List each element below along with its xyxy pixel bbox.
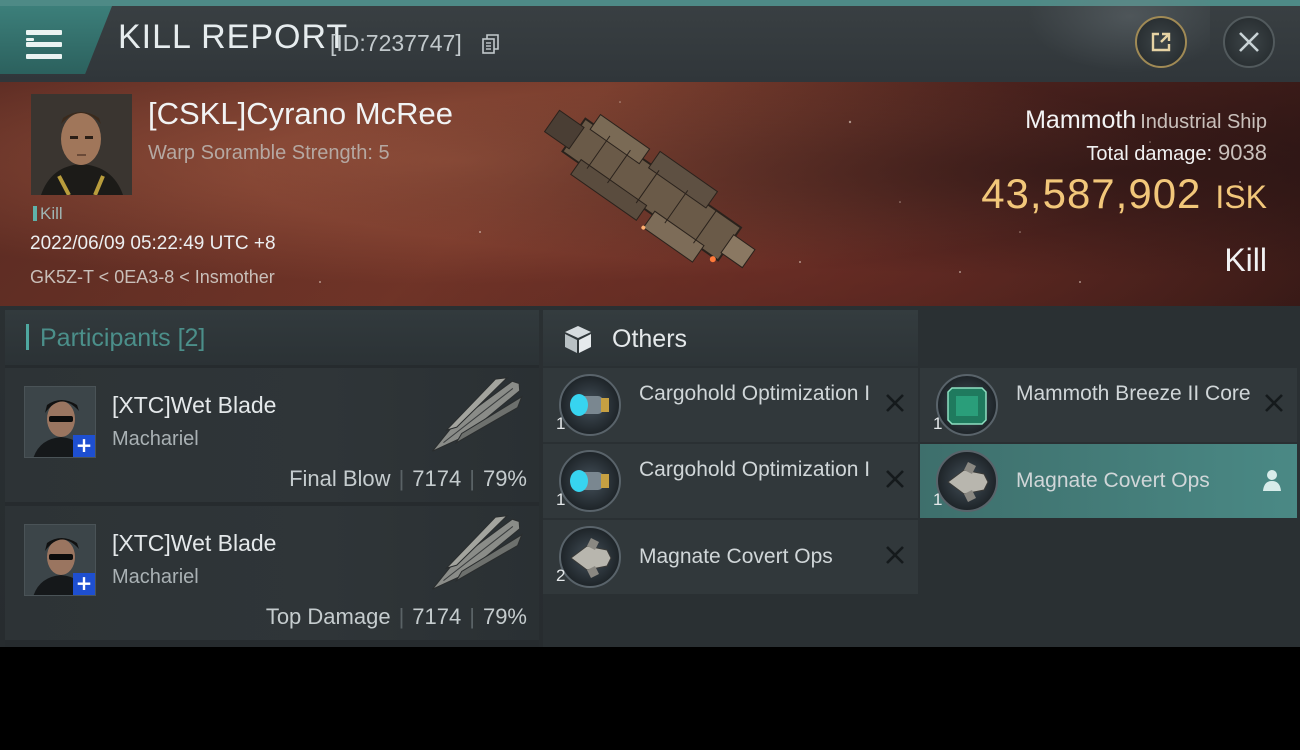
participants-accent-bar	[26, 324, 29, 350]
stats-separator: |	[469, 604, 475, 629]
cargohold-rig-icon	[559, 450, 621, 512]
pilot-icon	[1263, 470, 1281, 491]
item-name: Mammoth Breeze II Core	[1016, 382, 1251, 405]
item-name: Magnate Covert Ops	[639, 545, 833, 568]
kill-datetime: 2022/06/09 05:22:49 UTC +8	[30, 233, 276, 254]
add-contact-icon[interactable]: +	[73, 435, 95, 457]
stats-separator: |	[469, 466, 475, 491]
destroyed-icon	[886, 394, 904, 412]
participant-ship: Machariel	[112, 428, 199, 450]
item-quantity: 1	[933, 414, 943, 433]
participant-role: Final Blow	[289, 466, 391, 491]
kill-badge-label: Kill	[40, 204, 63, 223]
total-damage-value: 9038	[1218, 140, 1267, 165]
participant-name[interactable]: [XTC]Wet Blade	[112, 530, 276, 557]
total-damage: Total damage: 9038	[1086, 140, 1267, 166]
participant-stats: Final Blow | 7174 | 79%	[289, 466, 527, 492]
participant-avatar[interactable]: +	[24, 386, 96, 458]
item-quantity: 1	[556, 414, 566, 433]
participant-avatar[interactable]: +	[24, 524, 96, 596]
participant-damage: 7174	[412, 604, 462, 629]
kill-report-window: KILL REPORT [ID:7237747] [CSKL]Cyrano Mc…	[0, 0, 1300, 647]
participant-role: Top Damage	[265, 604, 391, 629]
frigate-icon	[936, 450, 998, 512]
stats-separator: |	[398, 466, 405, 491]
header-bar: KILL REPORT [ID:7237747]	[0, 0, 1300, 82]
participant-percent: 79%	[482, 604, 527, 629]
item-row-selected[interactable]: 1 Magnate Covert Ops	[920, 444, 1297, 518]
participants-count: [2]	[177, 324, 206, 352]
participants-title: Participants [2]	[40, 324, 205, 353]
core-chip-icon	[936, 374, 998, 436]
cargo-box-icon	[565, 326, 591, 353]
participant-percent: 79%	[482, 466, 527, 491]
item-name: Cargohold Optimization I	[639, 382, 871, 405]
total-damage-label: Total damage:	[1086, 143, 1213, 165]
victim-banner: [CSKL]Cyrano McRee Warp Soramble Strengt…	[0, 82, 1300, 306]
destroyed-icon	[886, 470, 904, 488]
isk-value-row: 43,587,902 ISK	[981, 170, 1267, 218]
add-contact-icon[interactable]: +	[73, 573, 95, 595]
menu-icon	[26, 30, 62, 60]
kill-badge: Kill	[33, 204, 63, 224]
result-label: Kill	[1224, 242, 1267, 278]
frigate-icon	[559, 526, 621, 588]
share-button[interactable]	[1135, 16, 1187, 68]
victim-ship-name: Mammoth	[1025, 106, 1137, 134]
stats-separator: |	[398, 604, 405, 629]
copy-icon[interactable]	[482, 34, 499, 54]
kill-location: GK5Z-T < 0EA3-8 < Insmother	[30, 267, 275, 287]
item-name: Magnate Covert Ops	[1016, 469, 1210, 492]
participant-ship-render[interactable]	[415, 510, 535, 602]
participants-header[interactable]: Participants [2]	[5, 310, 539, 365]
item-row[interactable]: 2 Magnate Covert Ops	[543, 520, 918, 594]
menu-button[interactable]	[0, 6, 112, 74]
destroyed-icon	[1265, 394, 1283, 412]
close-button[interactable]	[1223, 16, 1275, 68]
isk-value: 43,587,902	[981, 170, 1202, 217]
victim-portrait[interactable]	[31, 94, 132, 195]
participants-panel: Participants [2] + [XTC]Wet Blade Machar…	[5, 310, 539, 647]
page-title: KILL REPORT	[118, 18, 349, 56]
item-quantity: 1	[556, 490, 566, 509]
participant-ship-render[interactable]	[415, 372, 535, 464]
isk-unit: ISK	[1215, 179, 1267, 215]
warp-scramble-strength: Warp Soramble Strength: 5	[148, 142, 390, 164]
participants-title-label: Participants	[40, 324, 171, 352]
victim-ship-render[interactable]	[515, 87, 785, 297]
others-panel: Others 1 Cargohold Optimization I 1 Carg…	[543, 310, 1300, 647]
participant-name[interactable]: [XTC]Wet Blade	[112, 392, 276, 419]
item-name: Cargohold Optimization I	[639, 458, 871, 481]
report-id: [ID:7237747]	[330, 30, 462, 56]
victim-ship-class: Industrial Ship	[1140, 111, 1267, 133]
participant-ship: Machariel	[112, 566, 199, 588]
item-quantity: 1	[933, 490, 943, 509]
item-row[interactable]: 1 Mammoth Breeze II Core	[920, 368, 1297, 442]
participant-row[interactable]: + [XTC]Wet Blade Machariel Final Blow | 71…	[5, 368, 539, 502]
participant-damage: 7174	[412, 466, 462, 491]
share-icon	[1151, 32, 1171, 52]
item-row[interactable]: 1 Cargohold Optimization I	[543, 444, 918, 518]
participant-stats: Top Damage | 7174 | 79%	[266, 604, 527, 630]
participant-row[interactable]: + [XTC]Wet Blade Machariel Top Damage | 71…	[5, 506, 539, 640]
item-row[interactable]: 1 Cargohold Optimization I	[543, 368, 918, 442]
close-icon	[1239, 32, 1259, 52]
others-header[interactable]: Others	[543, 310, 918, 366]
victim-ship[interactable]: Mammoth Industrial Ship	[1025, 106, 1267, 135]
item-quantity: 2	[556, 566, 566, 585]
cargohold-rig-icon	[559, 374, 621, 436]
others-title: Others	[612, 325, 688, 353]
victim-pilot-name[interactable]: [CSKL]Cyrano McRee	[148, 96, 453, 132]
destroyed-icon	[886, 546, 904, 564]
